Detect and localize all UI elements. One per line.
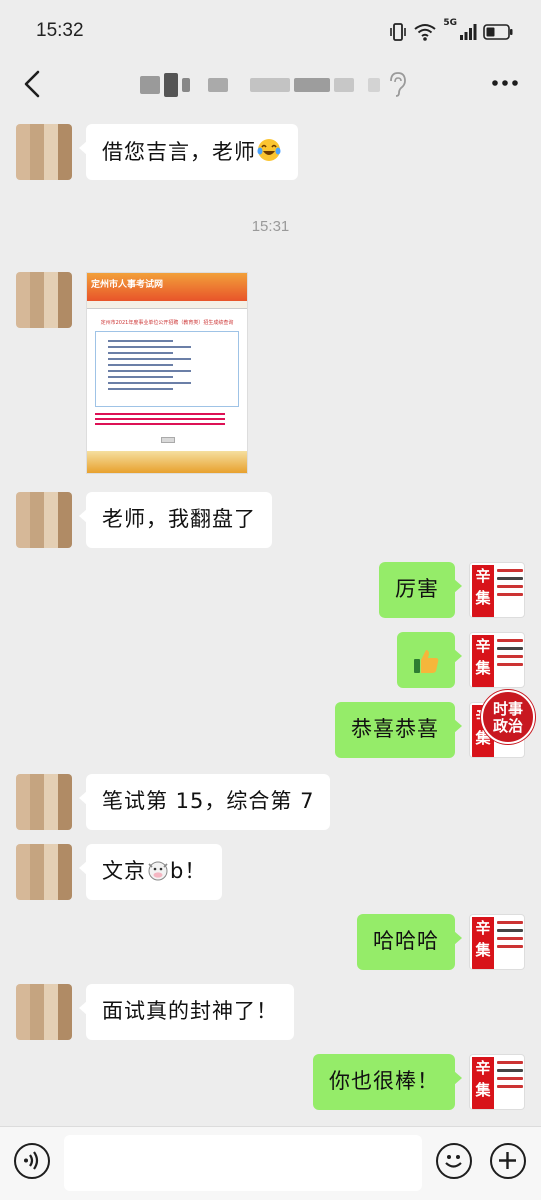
badge-line-1: 时事: [492, 700, 523, 718]
avatar-self[interactable]: 辛集: [469, 1054, 525, 1110]
plus-icon[interactable]: [490, 1143, 526, 1179]
status-time: 15:32: [36, 20, 84, 41]
message-bubble-outgoing[interactable]: 哈哈哈: [357, 914, 462, 970]
image-button: [161, 437, 175, 443]
badge-line-2: 政治: [492, 717, 523, 735]
avatar-self[interactable]: 辛集: [469, 562, 525, 618]
avatar[interactable]: [16, 272, 72, 328]
avatar-brand-text: 辛集: [472, 917, 494, 969]
message-text: 笔试第 15，综合第 7: [102, 789, 315, 813]
status-bar: 15:32 5G: [0, 0, 541, 62]
message-bubble-outgoing[interactable]: 恭喜恭喜: [335, 702, 462, 758]
message-text: 老师，我翻盘了: [102, 507, 256, 531]
wifi-icon: [414, 24, 436, 41]
message-bubble-incoming[interactable]: 借您吉言，老师: [79, 124, 298, 180]
battery-icon: [483, 24, 513, 40]
vibrate-icon: [390, 23, 407, 41]
chevron-left-icon[interactable]: [18, 66, 48, 102]
message-bubble-incoming[interactable]: 老师，我翻盘了: [79, 492, 272, 548]
status-icons: 5G: [389, 18, 513, 46]
image-heading: 定州市2021年度事业单位公开招聘（教育类）招生成绩查询: [100, 320, 234, 326]
cow-emoji: [148, 861, 168, 881]
message-text: 厉害: [395, 577, 439, 601]
more-dots-icon[interactable]: [491, 78, 519, 88]
image-body: 定州市2021年度事业单位公开招聘（教育类）招生成绩查询: [87, 309, 247, 425]
voice-icon[interactable]: [14, 1143, 50, 1179]
avatar[interactable]: [16, 492, 72, 548]
laughing-tears-emoji: [257, 139, 281, 161]
image-result-box: [95, 331, 239, 407]
image-footer: [87, 451, 247, 473]
message-bubble-incoming[interactable]: 面试真的封神了！: [79, 984, 294, 1040]
floating-news-badge[interactable]: 时事 政治: [481, 690, 535, 744]
message-text: 恭喜恭喜: [351, 717, 439, 741]
message-text: 你也很棒！: [329, 1069, 439, 1093]
avatar[interactable]: [16, 844, 72, 900]
message-text: 借您吉言，老师: [102, 140, 256, 164]
ear-icon: [390, 72, 406, 97]
avatar-brand-text: 辛集: [472, 1057, 494, 1109]
avatar[interactable]: [16, 984, 72, 1040]
avatar[interactable]: [16, 124, 72, 180]
input-bar: [0, 1126, 541, 1200]
message-text: 文京: [102, 859, 146, 883]
message-bubble-outgoing[interactable]: 你也很棒！: [313, 1054, 462, 1110]
image-nav-strip: [87, 301, 247, 309]
avatar-self[interactable]: 辛集: [469, 914, 525, 970]
message-text: 哈哈哈: [373, 929, 439, 953]
chat-timestamp: 15:31: [251, 218, 290, 235]
image-site-title: 定州市人事考试网: [87, 273, 247, 301]
smiley-icon[interactable]: [436, 1143, 472, 1179]
avatar-brand-text: 辛集: [472, 635, 494, 687]
thumbs-up-emoji: [414, 650, 439, 673]
message-bubble-outgoing[interactable]: 厉害: [379, 562, 462, 618]
avatar-brand-text: 辛集: [472, 565, 494, 617]
message-bubble-incoming[interactable]: 文京 b！: [78, 844, 223, 900]
image-notes: [95, 413, 239, 425]
message-bubble-incoming[interactable]: 笔试第 15，综合第 7: [78, 774, 331, 830]
message-input[interactable]: [64, 1135, 422, 1191]
message-text-after: b！: [170, 859, 207, 883]
avatar[interactable]: [16, 774, 72, 830]
chat-title-redacted: [140, 72, 380, 98]
avatar-self[interactable]: 辛集: [469, 632, 525, 688]
message-text: 面试真的封神了！: [102, 999, 278, 1023]
signal-icon: [460, 24, 477, 40]
network-type-label: 5G: [443, 18, 457, 28]
image-message[interactable]: 定州市人事考试网 定州市2021年度事业单位公开招聘（教育类）招生成绩查询: [86, 272, 248, 474]
message-bubble-outgoing[interactable]: [397, 632, 462, 688]
chat-header: [0, 62, 541, 106]
